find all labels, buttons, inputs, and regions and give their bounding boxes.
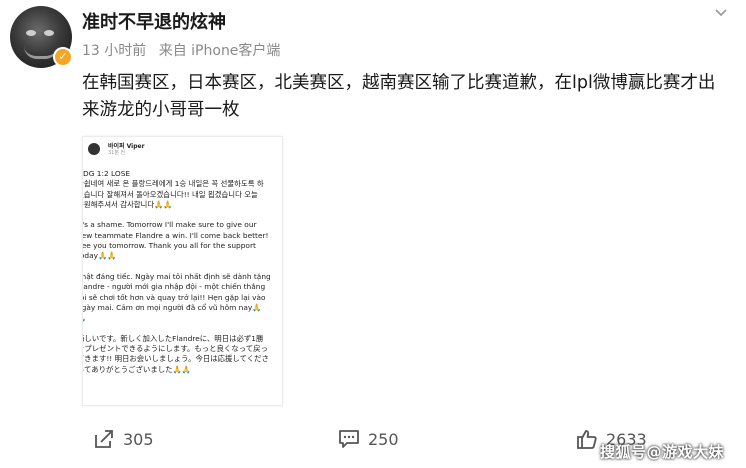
avatar-eye xyxy=(26,30,36,36)
post-text: 在韩国赛区，日本赛区，北美赛区，越南赛区输了比赛道歉，在lpl微博赢比赛才出来游… xyxy=(82,73,716,120)
source-watermark: 搜狐号@游戏大妹 xyxy=(600,443,725,461)
embedded-image[interactable]: 바이퍼 Viper 31분 전 sJDG 1:2 LOSE 아쉽네여 새로 온 … xyxy=(82,136,283,406)
repost-button[interactable]: 305 xyxy=(93,428,154,450)
comment-button[interactable]: 250 xyxy=(338,428,399,450)
share-icon xyxy=(95,430,113,448)
thumbs-up-icon xyxy=(577,430,597,449)
username[interactable]: 准时不早退的炫神 xyxy=(82,8,226,34)
post-time: 13 小时前 xyxy=(82,43,147,59)
post-meta: 13 小时前 来自 iPhone客户端 xyxy=(82,40,288,60)
embedded-time: 31분 전 xyxy=(108,150,126,156)
chevron-down-icon[interactable] xyxy=(714,6,728,20)
repost-count: 305 xyxy=(123,429,154,449)
comment-count: 250 xyxy=(368,429,399,449)
embedded-avatar xyxy=(88,143,100,155)
embedded-text: sJDG 1:2 LOSE 아쉽네여 새로 온 플랑드레에게 1승 내일은 꼭 … xyxy=(82,169,271,374)
comment-icon xyxy=(339,430,359,448)
avatar-eye xyxy=(44,30,54,36)
post-source: 来自 iPhone客户端 xyxy=(158,43,281,59)
verified-badge-icon: ✓ xyxy=(53,47,73,67)
